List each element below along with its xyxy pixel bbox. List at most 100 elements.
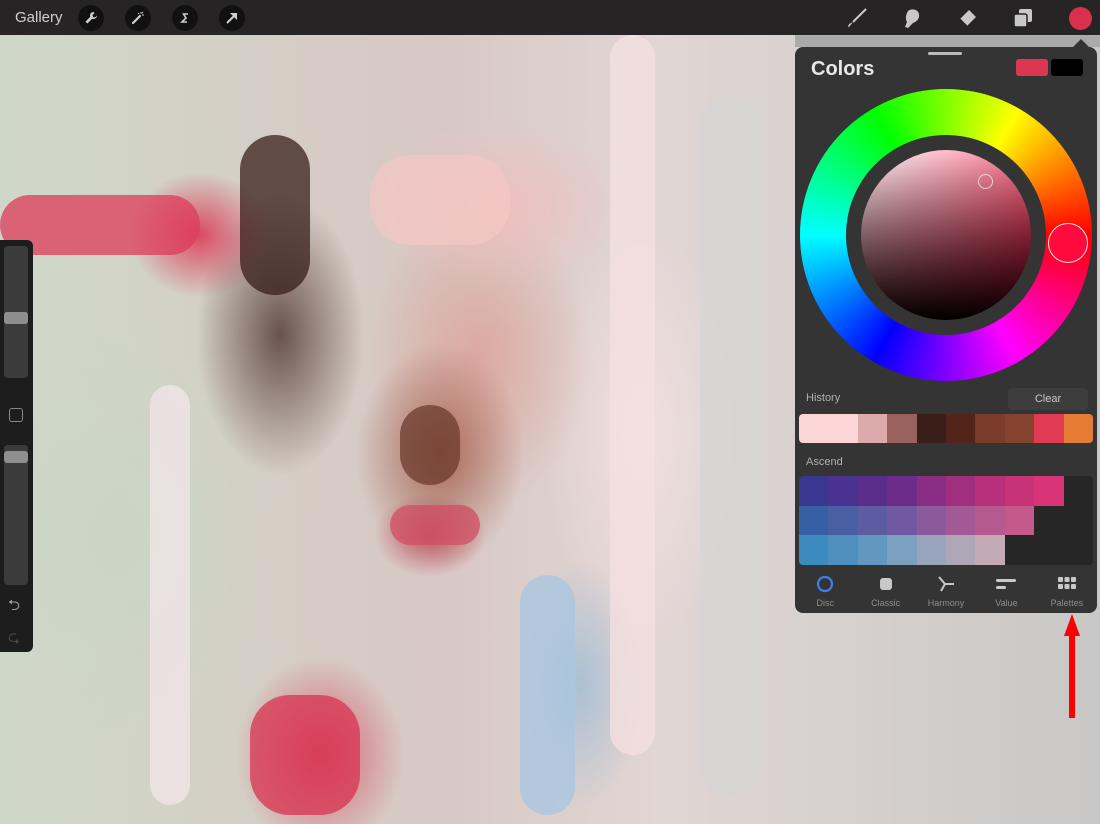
tab-harmony[interactable]: Harmony xyxy=(916,567,976,613)
empty-palette-slot[interactable] xyxy=(1064,476,1093,506)
modify-square-icon[interactable] xyxy=(9,408,23,422)
palette-swatch[interactable] xyxy=(1004,505,1035,536)
palettes-grid-icon xyxy=(1057,577,1076,589)
clear-history-button[interactable]: Clear xyxy=(1008,388,1088,410)
tab-label: Harmony xyxy=(927,598,965,608)
saturation-brightness-disc[interactable] xyxy=(861,150,1031,320)
history-swatches xyxy=(799,414,1093,443)
history-swatch[interactable] xyxy=(799,414,829,443)
hue-ring[interactable] xyxy=(800,89,1092,381)
magic-wand-icon xyxy=(131,11,144,25)
palette-swatch[interactable] xyxy=(828,505,858,536)
tab-label: Classic xyxy=(871,598,901,608)
palette-swatch[interactable] xyxy=(828,535,858,565)
empty-palette-slot[interactable] xyxy=(1005,535,1034,565)
palette-swatch[interactable] xyxy=(945,535,976,565)
current-color-button[interactable] xyxy=(1069,7,1092,30)
opacity-slider[interactable] xyxy=(4,445,28,585)
eraser-button[interactable] xyxy=(955,6,979,30)
palette-swatch[interactable] xyxy=(857,476,888,506)
paint-stroke xyxy=(400,405,460,485)
palette-swatch[interactable] xyxy=(1034,476,1064,506)
selection-button[interactable] xyxy=(172,5,198,31)
redo-icon[interactable]: ⮎ xyxy=(8,627,20,652)
paint-stroke xyxy=(240,135,310,295)
empty-palette-slot[interactable] xyxy=(1034,506,1063,536)
paint-stroke xyxy=(390,505,480,545)
panel-border xyxy=(795,35,1100,47)
saturation-handle[interactable] xyxy=(978,174,993,189)
brush-size-slider[interactable] xyxy=(4,246,28,378)
gallery-button[interactable]: Gallery xyxy=(15,9,63,26)
classic-square-icon xyxy=(879,578,892,590)
paint-stroke xyxy=(610,35,655,755)
history-swatch[interactable] xyxy=(1004,414,1035,443)
actions-button[interactable] xyxy=(78,5,104,31)
paint-stroke xyxy=(150,385,190,805)
undo-icon[interactable]: ⮌ xyxy=(8,595,20,620)
layers-icon xyxy=(1013,9,1032,28)
history-swatch[interactable] xyxy=(828,414,858,443)
top-toolbar: Gallery xyxy=(0,0,1100,35)
transform-button[interactable] xyxy=(219,5,245,31)
palette-swatch[interactable] xyxy=(945,476,976,506)
harmony-icon xyxy=(938,576,955,592)
palette-swatch[interactable] xyxy=(799,476,829,506)
tab-label: Disc xyxy=(816,598,834,608)
paint-stroke xyxy=(520,575,575,815)
history-swatch[interactable] xyxy=(1063,414,1093,443)
color-mode-tabs: Disc Classic Harmony Value Palettes xyxy=(795,567,1097,613)
tab-label: Palettes xyxy=(1050,598,1084,608)
empty-palette-slot[interactable] xyxy=(1064,506,1093,536)
tab-disc[interactable]: Disc xyxy=(795,567,855,613)
palette-swatch[interactable] xyxy=(887,476,917,506)
primary-color-swatch[interactable] xyxy=(1016,59,1048,76)
tab-value[interactable]: Value xyxy=(976,567,1036,613)
panel-grab-handle[interactable] xyxy=(928,52,962,55)
palette-swatch[interactable] xyxy=(799,535,829,565)
brush-icon xyxy=(848,8,867,27)
history-swatch[interactable] xyxy=(887,414,917,443)
palette-swatch[interactable] xyxy=(1004,476,1035,506)
selection-s-icon xyxy=(180,13,188,23)
opacity-thumb[interactable] xyxy=(4,451,28,464)
palette-swatch[interactable] xyxy=(945,505,976,536)
brush-size-thumb[interactable] xyxy=(4,312,28,324)
history-swatch[interactable] xyxy=(1034,414,1064,443)
eraser-icon xyxy=(959,10,976,27)
history-swatch[interactable] xyxy=(946,414,976,443)
palette-swatch[interactable] xyxy=(975,476,1005,506)
tab-palettes[interactable]: Palettes xyxy=(1037,567,1097,613)
palette-swatch[interactable] xyxy=(975,535,1005,565)
palette-swatch[interactable] xyxy=(799,505,829,536)
palette-swatch[interactable] xyxy=(975,505,1005,536)
empty-palette-slot[interactable] xyxy=(1064,535,1093,565)
palette-swatch[interactable] xyxy=(916,535,946,565)
wrench-icon xyxy=(85,12,97,24)
smudge-finger-icon xyxy=(905,9,920,28)
palette-swatch[interactable] xyxy=(916,476,946,506)
palette-name: Ascend xyxy=(806,456,843,468)
empty-palette-slot[interactable] xyxy=(1034,535,1063,565)
palette-swatch[interactable] xyxy=(857,505,888,536)
smudge-button[interactable] xyxy=(899,6,923,30)
hue-handle[interactable] xyxy=(1048,223,1088,263)
layers-button[interactable] xyxy=(1011,6,1035,30)
colors-panel: Colors History Clear Ascend Disc Classic… xyxy=(795,47,1097,613)
left-sidebar: ⮌ ⮎ xyxy=(0,240,33,652)
palette-swatch[interactable] xyxy=(828,476,858,506)
history-label: History xyxy=(806,392,841,404)
arrow-cursor-icon xyxy=(226,13,237,24)
secondary-color-swatch[interactable] xyxy=(1051,59,1083,76)
paint-stroke xyxy=(370,155,510,245)
history-swatch[interactable] xyxy=(975,414,1005,443)
tab-classic[interactable]: Classic xyxy=(855,567,915,613)
palette-swatch[interactable] xyxy=(857,535,888,565)
brush-button[interactable] xyxy=(845,6,869,30)
palette-swatch[interactable] xyxy=(887,505,917,536)
palette-swatch[interactable] xyxy=(916,505,946,536)
history-swatch[interactable] xyxy=(916,414,947,443)
history-swatch[interactable] xyxy=(857,414,888,443)
palette-swatch[interactable] xyxy=(887,535,917,565)
adjustments-button[interactable] xyxy=(125,5,151,31)
